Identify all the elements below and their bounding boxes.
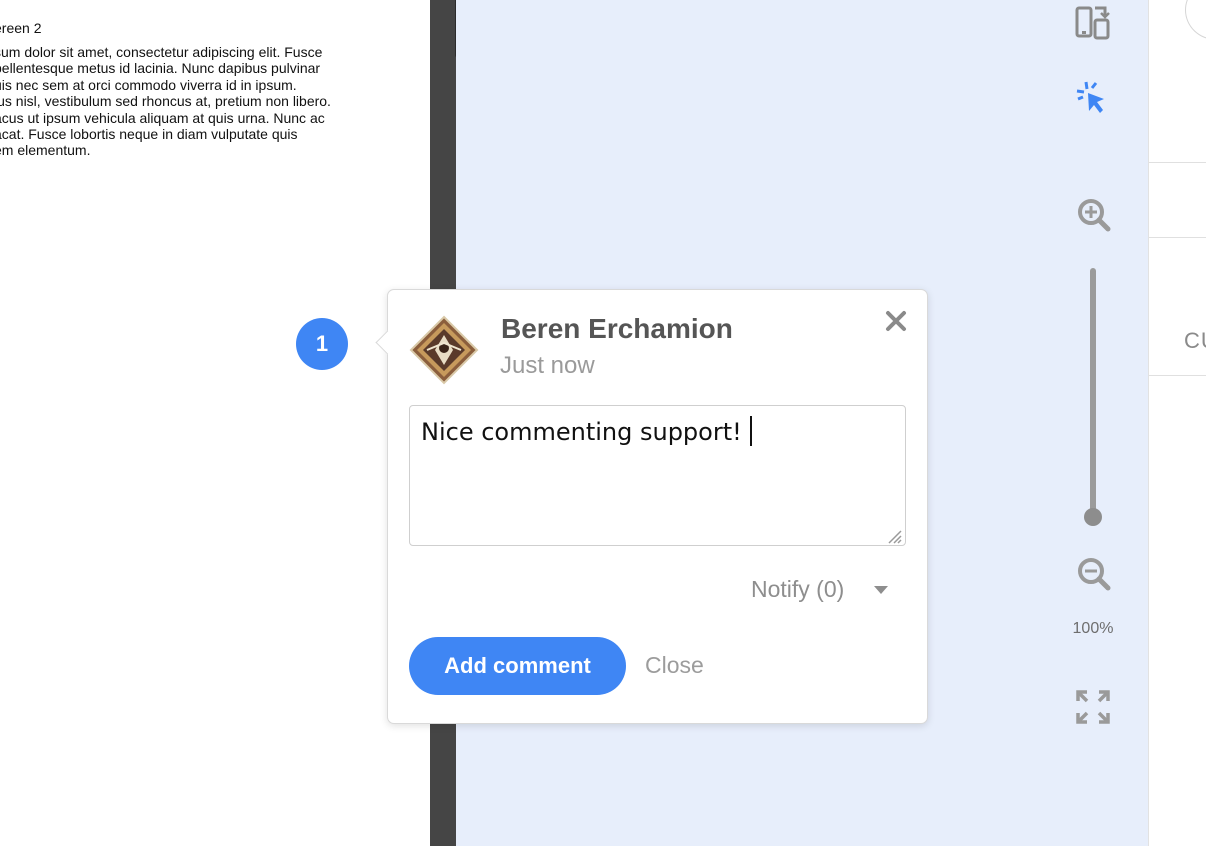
avatar xyxy=(409,315,479,385)
document-line: acus ut ipsum vehicula aliquam at quis u… xyxy=(0,109,325,126)
device-switch-icon[interactable] xyxy=(1074,4,1112,42)
zoom-out-icon[interactable] xyxy=(1076,556,1112,592)
zoom-slider-track[interactable] xyxy=(1090,268,1096,518)
panel-round-control[interactable] xyxy=(1185,0,1206,40)
comment-textarea[interactable]: Nice commenting support! xyxy=(409,405,906,546)
document-line: em elementum. xyxy=(0,142,91,159)
text-caret xyxy=(749,416,752,446)
document-line: pellentesque metus id lacinia. Nunc dapi… xyxy=(0,60,321,77)
panel-divider-line xyxy=(1149,162,1206,163)
chevron-down-icon[interactable] xyxy=(874,586,888,594)
add-comment-button[interactable]: Add comment xyxy=(409,637,626,695)
zoom-slider-handle[interactable] xyxy=(1084,508,1102,526)
panel-divider-line xyxy=(1149,237,1206,238)
fit-screen-icon[interactable] xyxy=(1075,689,1111,725)
document-line: sum dolor sit amet, consectetur adipisci… xyxy=(0,44,323,60)
panel-divider-line xyxy=(1149,375,1206,376)
document-title: ereen 2 xyxy=(0,20,42,36)
panel-tab-label[interactable]: CU xyxy=(1184,328,1206,354)
resize-grip-icon[interactable] xyxy=(884,526,902,544)
document-line: lus nisl, vestibulum sed rhoncus at, pre… xyxy=(0,93,331,110)
notify-dropdown[interactable]: Notify (0) xyxy=(751,576,844,603)
properties-panel: CU xyxy=(1148,0,1206,846)
comment-marker[interactable]: 1 xyxy=(296,318,348,370)
comment-timestamp: Just now xyxy=(500,352,595,379)
document-line: uis nec sem at orci commodo viverra id i… xyxy=(0,76,297,93)
zoom-in-icon[interactable] xyxy=(1076,197,1112,233)
comment-popup: Beren Erchamion Just now Nice commenting… xyxy=(375,289,928,724)
document-page: ereen 2 sum dolor sit amet, consectetur … xyxy=(0,0,430,846)
document-body: sum dolor sit amet, consectetur adipisci… xyxy=(0,44,414,159)
close-icon[interactable] xyxy=(884,309,908,333)
comment-text: Nice commenting support! xyxy=(421,418,742,446)
click-cursor-icon[interactable] xyxy=(1074,80,1114,120)
document-line: acat. Fusce lobortis neque in diam vulpu… xyxy=(0,126,298,143)
zoom-level: 100% xyxy=(1072,620,1114,637)
comment-author: Beren Erchamion xyxy=(501,313,733,344)
close-button[interactable]: Close xyxy=(645,652,704,679)
